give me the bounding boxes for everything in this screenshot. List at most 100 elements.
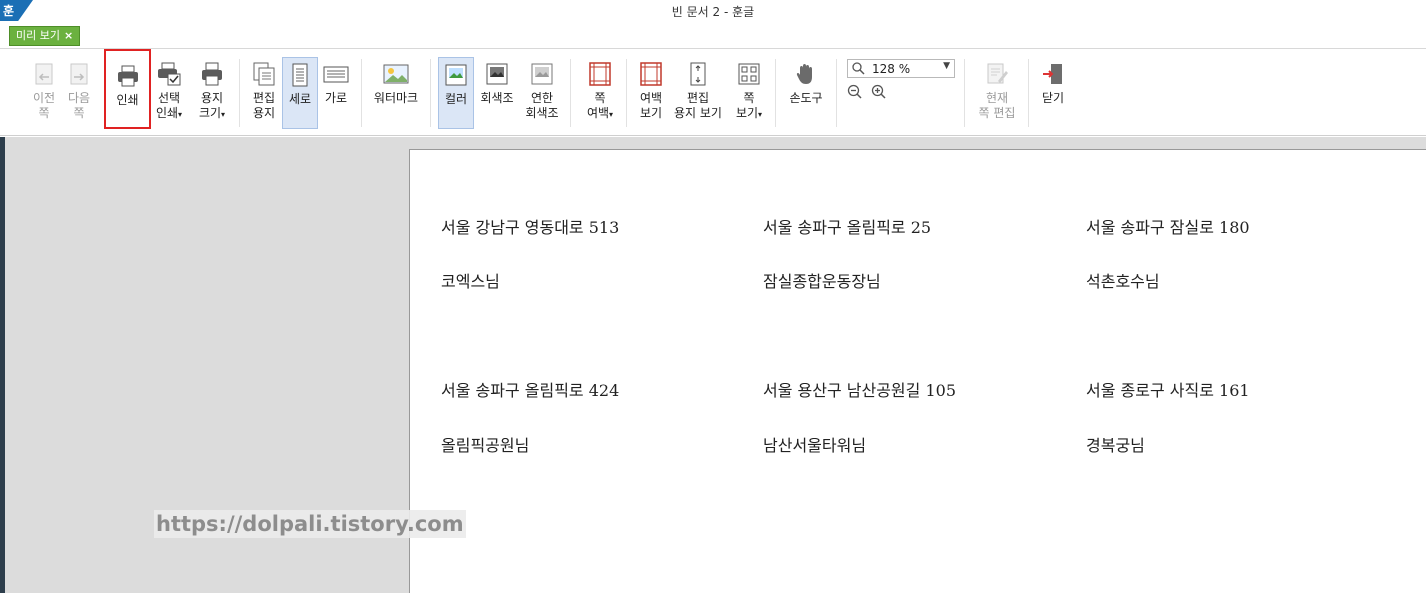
separator	[775, 59, 776, 127]
pages-icon	[251, 61, 277, 87]
margin-view-label-2: 보기	[639, 106, 663, 120]
separator	[626, 59, 627, 127]
label-address: 서울 용산구 남산공원길 105	[763, 381, 956, 400]
label-address: 서울 종로구 사직로 161	[1086, 381, 1250, 400]
page-view-button[interactable]: 쪽 보기▾	[733, 57, 765, 129]
edit-paper-view-label-1: 편집	[686, 91, 710, 105]
portrait-page-icon	[287, 62, 313, 88]
prev-page-button[interactable]: 이전 쪽	[30, 57, 58, 129]
edit-paper-label-2: 용지	[252, 106, 276, 120]
separator	[361, 59, 362, 127]
portrait-label: 세로	[288, 92, 312, 106]
grayscale-button[interactable]: 회색조	[479, 57, 515, 129]
hand-tool-label: 손도구	[789, 91, 823, 105]
edit-paper-view-button[interactable]: 편집 용지 보기	[674, 57, 722, 129]
chevron-down-icon: ▼	[943, 61, 950, 71]
light-grayscale-image-icon	[529, 61, 555, 87]
page-margin-label-2: 여백▾	[586, 106, 614, 120]
paper-size-label-2: 크기▾	[198, 106, 226, 120]
current-page-edit-button[interactable]: 현재 쪽 편집	[976, 57, 1018, 129]
arrow-right-icon	[66, 61, 92, 87]
print-button[interactable]: 인쇄	[104, 49, 151, 129]
preview-ribbon: 이전 쪽 다음 쪽 인쇄 선택 인쇄▾ 용지 크기▾ 편집 용지 세로 가로 워…	[0, 49, 1426, 136]
color-image-icon	[443, 62, 469, 88]
color-label: 컬러	[444, 92, 468, 106]
window-title: 빈 문서 2 - 훈글	[671, 5, 755, 19]
watermark-icon	[383, 61, 409, 87]
separator	[836, 59, 837, 127]
hand-tool-button[interactable]: 손도구	[786, 57, 826, 129]
landscape-page-icon	[323, 61, 349, 87]
separator	[570, 59, 571, 127]
margin-view-label-1: 여백	[639, 91, 663, 105]
edit-page-icon	[984, 61, 1010, 87]
page-view-label-2: 보기▾	[735, 106, 763, 120]
zoom-select[interactable]: 128 % ▼	[847, 59, 955, 78]
select-print-button[interactable]: 선택 인쇄▾	[153, 57, 185, 129]
label-address: 서울 송파구 잠실로 180	[1086, 218, 1250, 237]
label-name: 남산서울타워님	[763, 436, 867, 455]
page-margin-label-1: 쪽	[594, 91, 606, 105]
color-button[interactable]: 컬러	[438, 57, 474, 129]
print-label: 인쇄	[116, 93, 139, 107]
label-name: 석촌호수님	[1086, 272, 1160, 291]
separator	[1028, 59, 1029, 127]
margin-view-button[interactable]: 여백 보기	[636, 57, 666, 129]
paper-size-button[interactable]: 용지 크기▾	[195, 57, 229, 129]
separator	[964, 59, 965, 127]
landscape-label: 가로	[324, 91, 348, 105]
light-grayscale-label-1: 연한	[530, 91, 554, 105]
tab-preview-label: 미리 보기	[16, 29, 60, 42]
label-name: 코엑스님	[441, 272, 500, 291]
label-address: 서울 송파구 올림픽로 25	[763, 218, 932, 237]
page-margin-button[interactable]: 쪽 여백▾	[584, 57, 616, 129]
watermark-button[interactable]: 워터마크	[372, 57, 420, 129]
blog-watermark: https://dolpali.tistory.com	[154, 510, 466, 538]
watermark-label: 워터마크	[373, 91, 419, 105]
label-name: 경복궁님	[1086, 436, 1145, 455]
prev-page-label-1: 이전	[32, 91, 56, 105]
dropdown-caret-icon: ▾	[758, 110, 763, 119]
paper-size-label-1: 용지	[200, 91, 224, 105]
current-page-edit-label-2: 쪽 편집	[978, 106, 1016, 120]
zoom-out-icon[interactable]	[847, 84, 863, 100]
title-bar: 훈 빈 문서 2 - 훈글	[0, 0, 1426, 22]
grayscale-label: 회색조	[480, 91, 514, 105]
separator	[430, 59, 431, 127]
printer-icon	[115, 63, 141, 89]
dropdown-caret-icon: ▾	[221, 110, 226, 119]
margin-icon	[587, 61, 613, 87]
label-address: 서울 송파구 올림픽로 424	[441, 381, 620, 400]
tab-preview[interactable]: 미리 보기 ×	[9, 26, 81, 46]
light-grayscale-label-2: 회색조	[525, 106, 559, 120]
next-page-label-1: 다음	[67, 91, 91, 105]
document-page: 서울 강남구 영동대로 513 코엑스님 서울 송파구 올림픽로 25 잠실종합…	[409, 149, 1426, 593]
page-view-label-1: 쪽	[743, 91, 755, 105]
portrait-button[interactable]: 세로	[282, 57, 318, 129]
paper-view-icon	[685, 61, 711, 87]
close-preview-label: 닫기	[1041, 91, 1065, 105]
hand-icon	[793, 61, 819, 87]
left-edge-panel	[0, 137, 5, 593]
edit-paper-view-label-2: 용지 보기	[674, 106, 722, 120]
zoom-in-icon[interactable]	[871, 84, 887, 100]
label-name: 잠실종합운동장님	[763, 272, 881, 291]
light-grayscale-button[interactable]: 연한 회색조	[523, 57, 561, 129]
edit-paper-button[interactable]: 편집 용지	[248, 57, 280, 129]
margin-view-icon	[638, 61, 664, 87]
select-print-label-2: 인쇄▾	[155, 106, 183, 120]
printer-check-icon	[156, 61, 182, 87]
close-preview-button[interactable]: 닫기	[1038, 57, 1068, 129]
landscape-button[interactable]: 가로	[321, 57, 351, 129]
separator	[239, 59, 240, 127]
close-icon[interactable]: ×	[64, 29, 73, 42]
dropdown-caret-icon: ▾	[178, 110, 183, 119]
next-page-button[interactable]: 다음 쪽	[65, 57, 93, 129]
next-page-label-2: 쪽	[73, 106, 85, 120]
arrow-left-icon	[31, 61, 57, 87]
exit-door-icon	[1040, 61, 1066, 87]
prev-page-label-2: 쪽	[38, 106, 50, 120]
select-print-label-1: 선택	[157, 91, 181, 105]
edit-paper-label-1: 편집	[252, 91, 276, 105]
tab-row: 미리 보기 ×	[0, 22, 1426, 49]
